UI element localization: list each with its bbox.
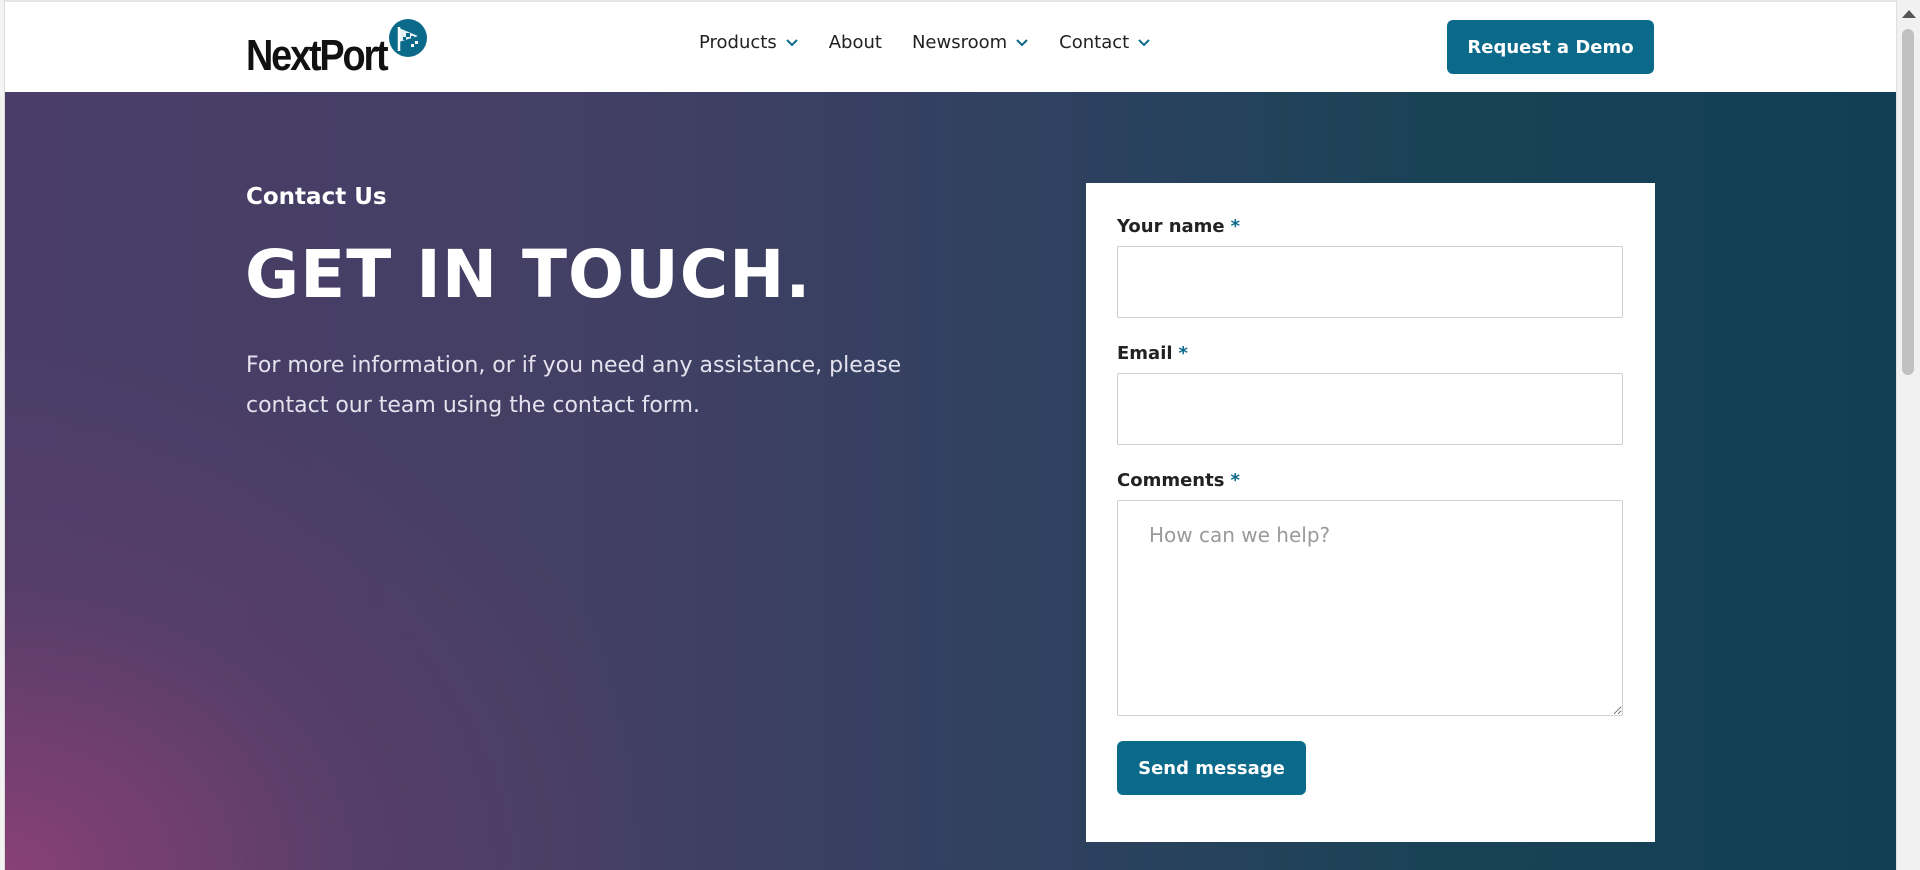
required-marker: * [1230,470,1240,491]
nav-about-label: About [828,32,882,53]
email-label: Email * [1117,343,1188,364]
site-header: NextPort Products About Newsroom Contact… [5,2,1896,92]
logo-flag-icon [389,19,427,57]
contact-hero: Contact Us GET IN TOUCH. For more inform… [5,92,1896,870]
scroll-thumb[interactable] [1902,29,1914,375]
page-viewport: NextPort Products About Newsroom Contact… [5,2,1896,870]
required-marker: * [1178,343,1188,364]
required-marker: * [1230,216,1241,237]
chevron-down-icon [1016,38,1028,46]
scroll-up-arrow-icon[interactable] [1902,10,1916,18]
name-field[interactable] [1117,246,1623,318]
comments-field[interactable] [1117,500,1623,716]
comments-label: Comments * [1117,470,1240,491]
name-label-text: Your name [1117,216,1225,237]
logo-wordmark: NextPort [246,31,389,80]
nav-newsroom-label: Newsroom [911,32,1008,53]
nextport-logo[interactable]: NextPort [246,18,427,80]
nav-newsroom[interactable]: Newsroom [912,32,1029,53]
request-demo-button[interactable]: Request a Demo [1447,20,1654,74]
email-field[interactable] [1117,373,1623,445]
chevron-down-icon [1138,38,1150,46]
vertical-scrollbar[interactable] [1896,0,1920,870]
main-nav: Products About Newsroom Contact [699,32,1181,53]
nav-about[interactable]: About [829,32,882,53]
contact-form: Your name* Email* Comments* Send message [1086,183,1655,842]
chevron-down-icon [786,38,798,46]
intro-text: For more information, or if you need any… [246,353,902,418]
email-label-text: Email [1117,343,1173,364]
send-message-button[interactable]: Send message [1117,741,1306,795]
nav-products-label: Products [699,32,777,53]
comments-label-text: Comments [1117,470,1225,491]
page-title: GET IN TOUCH. [245,236,812,313]
nav-contact-label: Contact [1059,32,1130,53]
eyebrow-title: Contact Us [246,184,387,210]
nav-products[interactable]: Products [699,32,799,53]
nav-contact[interactable]: Contact [1059,32,1151,53]
name-label: Your name * [1117,216,1240,237]
